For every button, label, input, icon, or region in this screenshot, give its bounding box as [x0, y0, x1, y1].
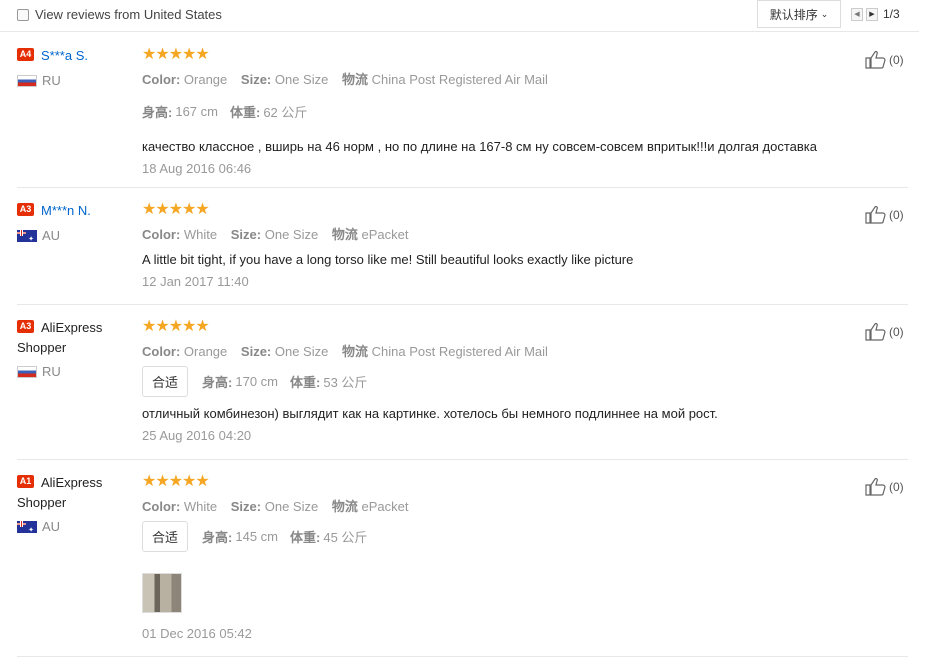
review-date: 01 Dec 2016 05:42 — [142, 626, 252, 641]
buyer-level-badge: A3 — [17, 320, 34, 333]
body-measurements: 合适 身高: 170 cm 体重: 53 公斤 — [142, 366, 882, 397]
order-attributes: Color: White Size: One Size 物流 ePacket — [142, 499, 409, 514]
review-text: качество классное , вширь на 46 норм , н… — [142, 139, 817, 154]
flag-icon — [17, 365, 37, 378]
review-date: 25 Aug 2016 04:20 — [142, 428, 252, 443]
thumbs-up-icon — [865, 478, 886, 496]
order-attributes: Color: White Size: One Size 物流 ePacket — [142, 227, 409, 242]
review-body: ★★★★★ Color: Orange Size: One Size 物流 Ch… — [142, 46, 882, 176]
reviewer-info: A4 S***a S. RU — [17, 46, 127, 88]
helpful-button[interactable]: (0) — [865, 50, 904, 69]
rating-stars: ★★★★★ — [142, 473, 210, 490]
country-code: AU — [42, 519, 61, 534]
buyer-level-badge: A3 — [17, 203, 34, 216]
helpful-button[interactable]: (0) — [865, 477, 904, 496]
review-date: 12 Jan 2017 11:40 — [142, 274, 249, 289]
reviewer-info: A3 AliExpress Shopper RU — [17, 318, 127, 379]
reviewer-name-line2: Shopper — [17, 495, 67, 510]
reviewer-name: AliExpress — [41, 320, 103, 335]
country-filter-checkbox[interactable] — [17, 8, 29, 21]
helpful-count: (0) — [889, 52, 904, 67]
body-measurements: 身高: 167 cm 体重: 62 公斤 — [142, 104, 308, 120]
review-text: A little bit tight, if you have a long t… — [142, 252, 634, 267]
divider — [17, 459, 908, 460]
flag-icon — [17, 229, 37, 243]
helpful-count: (0) — [889, 207, 904, 222]
body-measurements: 合适 身高: 145 cm 体重: 45 公斤 — [142, 521, 882, 552]
reviewer-name-line2: Shopper — [17, 340, 67, 355]
country-filter[interactable]: View reviews from United States — [17, 7, 222, 22]
country-code: AU — [42, 228, 61, 243]
thumbs-up-icon — [865, 51, 886, 69]
fit-tag: 合适 — [142, 521, 189, 552]
flag-icon — [17, 74, 37, 87]
country-code: RU — [42, 364, 61, 379]
reviewer-country: RU — [17, 364, 127, 379]
buyer-level-badge: A1 — [17, 475, 34, 488]
review-toolbar: View reviews from United States 默认排序 ⌄ ◀… — [0, 0, 919, 32]
order-attributes: Color: Orange Size: One Size 物流 China Po… — [142, 344, 548, 359]
country-code: RU — [42, 73, 61, 88]
reviewer-country: AU — [17, 519, 127, 534]
divider — [17, 187, 908, 188]
buyer-level-badge: A4 — [17, 48, 34, 61]
review-text: отличный комбинезон) выглядит как на кар… — [142, 406, 718, 421]
chevron-down-icon: ⌄ — [820, 8, 829, 19]
review-photo-thumbnail[interactable] — [142, 573, 182, 613]
review-body: ★★★★★ Color: White Size: One Size 物流 ePa… — [142, 201, 882, 289]
reviewer-country: AU — [17, 228, 127, 243]
review-body: ★★★★★ Color: White Size: One Size 物流 ePa… — [142, 473, 882, 641]
rating-stars: ★★★★★ — [142, 46, 210, 63]
divider — [17, 656, 908, 657]
reviewer-info: A1 AliExpress Shopper AU — [17, 473, 127, 534]
helpful-count: (0) — [889, 479, 904, 494]
sort-label: 默认排序 — [769, 7, 818, 22]
helpful-count: (0) — [889, 324, 904, 339]
thumbs-up-icon — [865, 206, 886, 224]
reviewer-name[interactable]: M***n N. — [41, 201, 91, 221]
prev-arrow-icon[interactable]: ◀ — [851, 7, 863, 21]
helpful-button[interactable]: (0) — [865, 205, 904, 224]
reviewer-name[interactable]: S***a S. — [41, 46, 88, 66]
review-date: 18 Aug 2016 06:46 — [142, 161, 252, 176]
rating-stars: ★★★★★ — [142, 201, 210, 218]
helpful-button[interactable]: (0) — [865, 322, 904, 341]
next-arrow-icon[interactable]: ▶ — [866, 7, 878, 21]
thumbs-up-icon — [865, 323, 886, 341]
order-attributes: Color: Orange Size: One Size 物流 China Po… — [142, 72, 548, 87]
reviewer-country: RU — [17, 73, 127, 88]
pagination: ◀ ▶ 1/3 — [851, 7, 900, 21]
review-body: ★★★★★ Color: Orange Size: One Size 物流 Ch… — [142, 318, 882, 443]
reviewer-name: AliExpress — [41, 475, 103, 490]
rating-stars: ★★★★★ — [142, 318, 210, 335]
country-filter-label: View reviews from United States — [35, 7, 222, 22]
fit-tag: 合适 — [142, 366, 189, 397]
flag-icon — [17, 520, 37, 534]
divider — [17, 304, 908, 305]
page-indicator: 1/3 — [883, 7, 900, 21]
sort-dropdown[interactable]: 默认排序 ⌄ — [757, 0, 841, 28]
reviewer-info: A3 M***n N. AU — [17, 201, 127, 243]
